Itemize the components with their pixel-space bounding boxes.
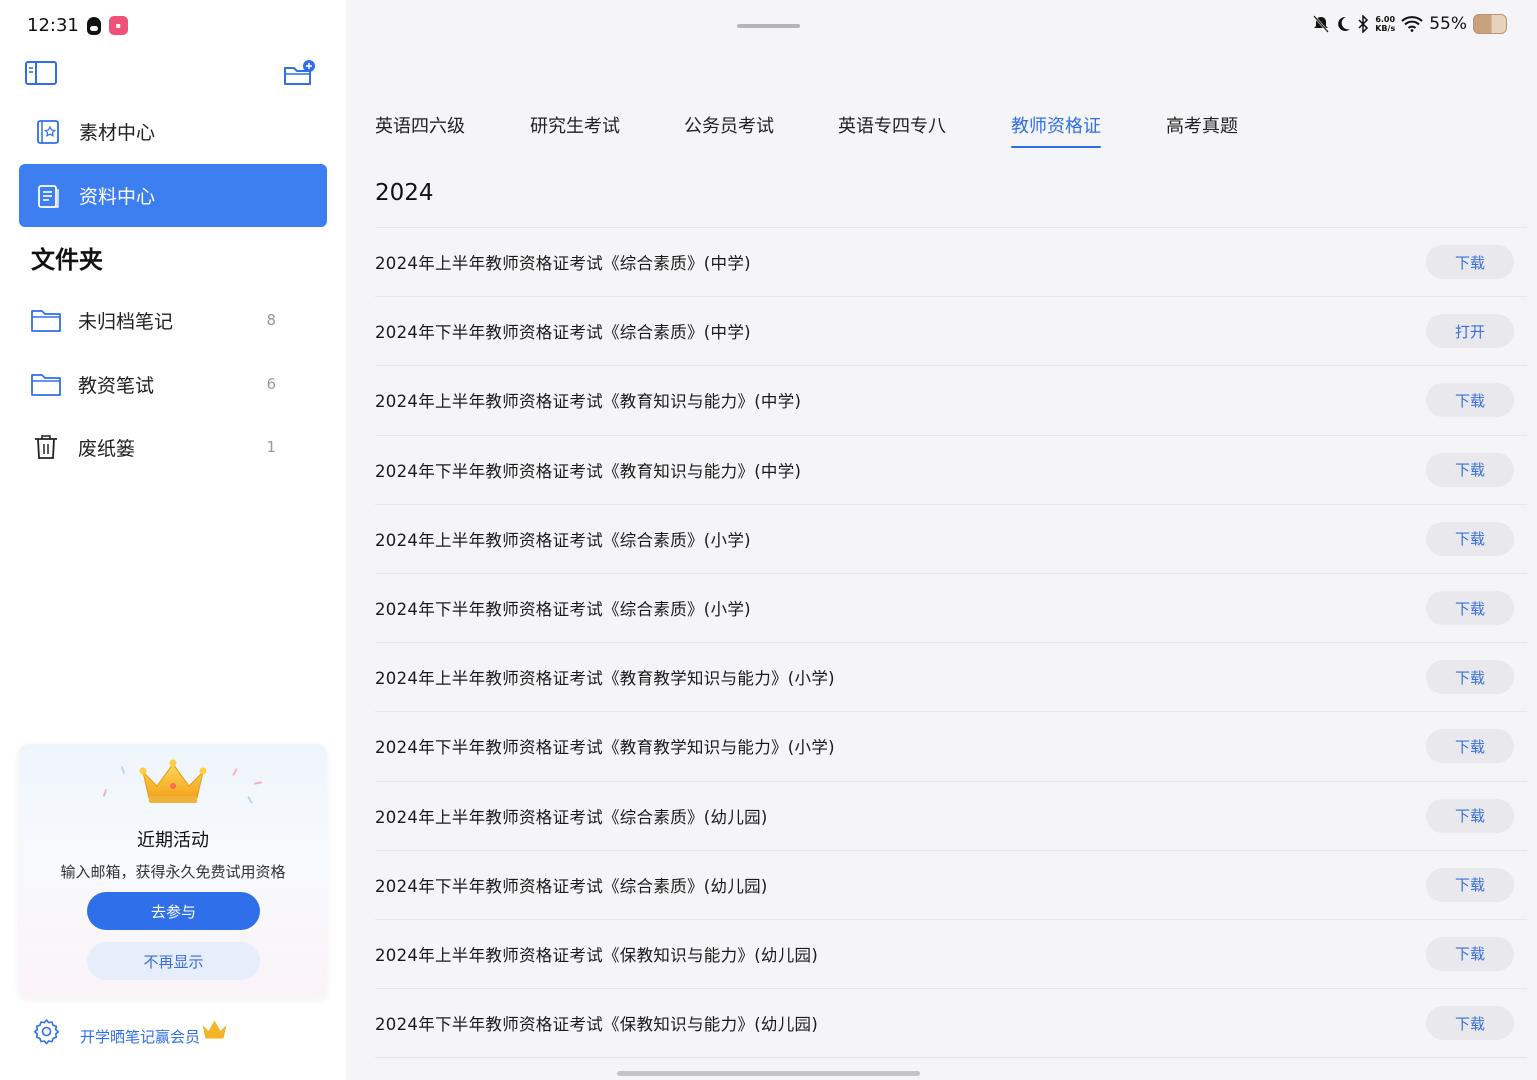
- join-button[interactable]: 去参与: [87, 892, 260, 930]
- folder-item-trash[interactable]: 废纸篓 1: [30, 425, 280, 469]
- list-divider: [375, 1057, 1527, 1059]
- crown-icon: [202, 1020, 227, 1039]
- nav-item-resource-center[interactable]: 资料中心: [19, 164, 327, 227]
- do-not-disturb-moon-icon: [1338, 16, 1351, 31]
- item-title: 2024年上半年教师资格证考试《保教知识与能力》(幼儿园): [375, 945, 819, 965]
- folder-icon: [31, 310, 61, 332]
- crown-icon: [139, 759, 207, 803]
- sparkle-decoration: [247, 796, 253, 804]
- promo-title: 近期活动: [137, 830, 209, 851]
- nav-label: 素材中心: [79, 122, 156, 144]
- tab-civil-service[interactable]: 公务员考试: [684, 112, 774, 146]
- item-title: 2024年下半年教师资格证考试《保教知识与能力》(幼儿园): [375, 1015, 819, 1035]
- mute-icon: [1313, 15, 1330, 33]
- network-speed: 6.00 KB/s: [1375, 15, 1395, 33]
- download-button[interactable]: 下载: [1426, 452, 1514, 487]
- item-title: 2024年上半年教师资格证考试《教育知识与能力》(中学): [375, 392, 802, 412]
- tab-cet[interactable]: 英语四六级: [375, 112, 465, 146]
- download-button[interactable]: 下载: [1426, 591, 1514, 626]
- list-item: 2024年下半年教师资格证考试《教育教学知识与能力》(小学) 下载: [375, 711, 1527, 780]
- folder-count: 6: [266, 375, 276, 393]
- list-item: 2024年上半年教师资格证考试《综合素质》(幼儿园) 下载: [375, 780, 1527, 850]
- item-title: 2024年下半年教师资格证考试《综合素质》(幼儿园): [375, 876, 768, 896]
- wifi-icon: [1401, 16, 1423, 32]
- home-indicator[interactable]: [617, 1071, 920, 1076]
- download-button[interactable]: 下载: [1426, 798, 1514, 833]
- item-title: 2024年下半年教师资格证考试《综合素质》(小学): [375, 600, 751, 620]
- list-item: 2024年上半年教师资格证考试《保教知识与能力》(幼儿园) 下载: [375, 918, 1527, 988]
- download-button[interactable]: 下载: [1426, 729, 1514, 764]
- download-button[interactable]: 下载: [1426, 936, 1514, 971]
- folder-label: 废纸篓: [78, 437, 136, 460]
- list-item: 2024年下半年教师资格证考试《综合素质》(幼儿园) 下载: [375, 849, 1527, 919]
- list-item: 2024年上半年教师资格证考试《综合素质》(小学) 下载: [375, 503, 1527, 573]
- bluetooth-icon: [1358, 15, 1369, 33]
- year-heading: 2024: [375, 180, 434, 206]
- sidebar-toggle-icon[interactable]: [24, 58, 58, 88]
- download-button[interactable]: 下载: [1426, 660, 1514, 695]
- list-item: 2024年下半年教师资格证考试《教育知识与能力》(中学) 下载: [375, 434, 1527, 504]
- list-item: 2024年上半年教师资格证考试《教育知识与能力》(中学) 下载: [375, 365, 1527, 434]
- tab-postgraduate[interactable]: 研究生考试: [530, 112, 620, 146]
- battery-level: 55%: [1429, 14, 1467, 34]
- nav-item-material-center[interactable]: 素材中心: [19, 100, 327, 163]
- folder-count: 1: [266, 438, 276, 456]
- item-title: 2024年上半年教师资格证考试《综合素质》(中学): [375, 254, 751, 274]
- network-speed-value: 6.00: [1375, 15, 1396, 24]
- list-item: 2024年下半年教师资格证考试《保教知识与能力》(幼儿园) 下载: [375, 988, 1527, 1057]
- network-speed-unit: KB/s: [1375, 24, 1396, 33]
- download-button[interactable]: 下载: [1426, 1006, 1514, 1041]
- new-folder-icon[interactable]: [282, 58, 316, 88]
- status-icons: 6.00 KB/s 55%: [1313, 14, 1507, 34]
- folder-item-unfiled-notes[interactable]: 未归档笔记 8: [30, 298, 280, 342]
- promo-link-label: 开学晒笔记赢会员: [80, 1028, 201, 1046]
- folder-label: 未归档笔记: [78, 310, 174, 333]
- trash-icon: [35, 435, 57, 459]
- app-notification-icon: ▪: [108, 16, 128, 35]
- folders-heading: 文件夹: [31, 246, 103, 274]
- sidebar: 12:31 ▪ 素材中心 资料中心 文件夹 未归档笔记 8 教资笔试 6 废纸篓…: [0, 0, 346, 1080]
- list-item: 2024年下半年教师资格证考试《综合素质》(小学) 下载: [375, 572, 1527, 642]
- promo-description: 输入邮箱，获得永久免费试用资格: [60, 863, 286, 881]
- item-title: 2024年上半年教师资格证考试《综合素质》(幼儿园): [375, 807, 768, 827]
- window-drag-handle[interactable]: [737, 24, 800, 28]
- download-button[interactable]: 下载: [1426, 245, 1514, 280]
- settings-row[interactable]: 开学晒笔记赢会员: [33, 1016, 228, 1047]
- resource-center-icon: [38, 184, 59, 208]
- item-title: 2024年上半年教师资格证考试《教育教学知识与能力》(小学): [375, 669, 835, 689]
- tab-tem[interactable]: 英语专四专八: [838, 112, 946, 146]
- battery-icon: [1473, 14, 1507, 34]
- item-title: 2024年上半年教师资格证考试《综合素质》(小学): [375, 530, 751, 550]
- sparkle-decoration: [120, 765, 126, 775]
- tab-gaokao[interactable]: 高考真题: [1166, 112, 1238, 146]
- download-button[interactable]: 下载: [1426, 521, 1514, 556]
- sparkle-decoration: [232, 768, 238, 776]
- resource-list: 2024年上半年教师资格证考试《综合素质》(中学) 下载 2024年下半年教师资格…: [375, 227, 1527, 1059]
- qq-icon: [86, 16, 101, 35]
- open-button[interactable]: 打开: [1426, 314, 1514, 349]
- sparkle-decoration: [102, 788, 108, 798]
- gear-icon[interactable]: [33, 1018, 60, 1045]
- material-center-icon: [37, 119, 59, 144]
- item-title: 2024年下半年教师资格证考试《教育知识与能力》(中学): [375, 461, 802, 481]
- clock: 12:31: [27, 15, 79, 36]
- sparkle-decoration: [253, 781, 263, 785]
- dont-show-again-button[interactable]: 不再显示: [87, 942, 260, 980]
- list-item: 2024年下半年教师资格证考试《综合素质》(中学) 打开: [375, 296, 1527, 365]
- nav-label: 资料中心: [79, 186, 156, 208]
- folder-count: 8: [266, 311, 276, 329]
- list-item: 2024年上半年教师资格证考试《教育教学知识与能力》(小学) 下载: [375, 642, 1527, 711]
- folder-item-teacher-exam-notes[interactable]: 教资笔试 6: [30, 362, 280, 406]
- item-title: 2024年下半年教师资格证考试《综合素质》(中学): [375, 323, 751, 343]
- folder-label: 教资笔试: [78, 374, 155, 397]
- tab-teacher-certificate[interactable]: 教师资格证: [1011, 112, 1101, 148]
- list-item: 2024年上半年教师资格证考试《综合素质》(中学) 下载: [375, 227, 1527, 296]
- folder-icon: [31, 374, 61, 396]
- promo-card: 近期活动 输入邮箱，获得永久免费试用资格 去参与 不再显示: [19, 744, 327, 998]
- download-button[interactable]: 下载: [1426, 383, 1514, 418]
- download-button[interactable]: 下载: [1426, 867, 1514, 902]
- status-time: 12:31 ▪: [27, 15, 128, 36]
- item-title: 2024年下半年教师资格证考试《教育教学知识与能力》(小学): [375, 738, 835, 758]
- promo-link[interactable]: 开学晒笔记赢会员: [80, 1016, 228, 1047]
